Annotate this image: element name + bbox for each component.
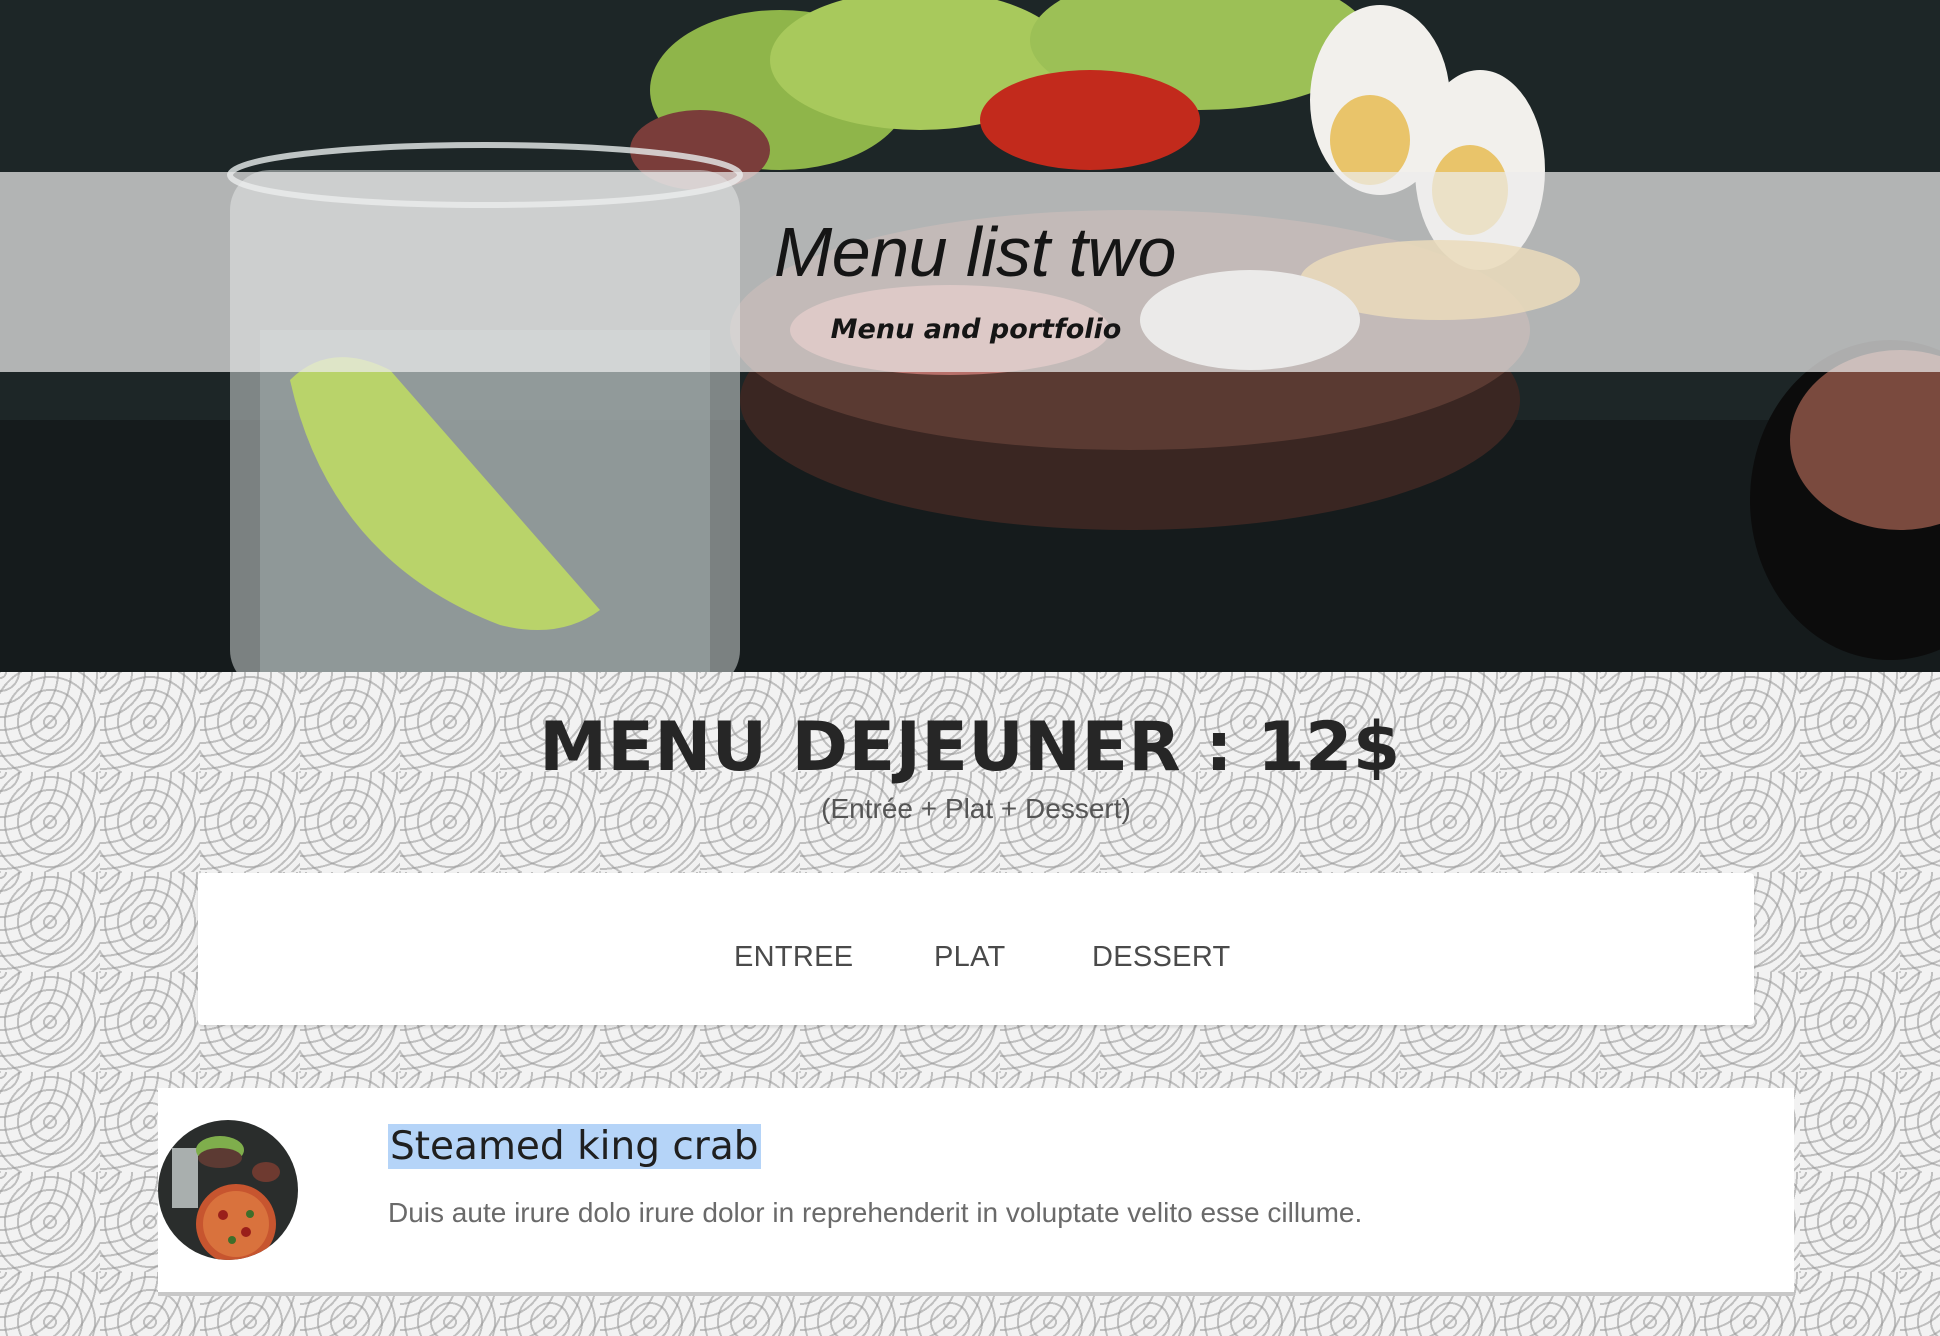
menu-item-description: Duis aute irure dolo irure dolor in repr… [388,1197,1363,1228]
tab-plat[interactable]: PLAT [934,941,1006,974]
tab-dessert[interactable]: DESSERT [1092,941,1231,974]
page-subtitle: Menu and portfolio [830,314,1122,345]
menu-item[interactable]: Steamed king crab Duis aute irure dolo i… [158,1088,1794,1296]
page-title: Menu list two [774,213,1176,291]
menu-subtitle: (Entrée + Plat + Dessert) [821,793,1131,824]
menu-item-thumbnail [158,1120,298,1260]
menu-item-name: Steamed king crab [388,1124,761,1169]
menu-title: MENU DEJEUNER : 12$ [539,708,1401,787]
menu-tabs: ENTREE PLAT DESSERT [198,873,1754,1025]
tab-entree[interactable]: ENTREE [734,941,853,974]
hero-banner: Menu list two Menu and portfolio [0,0,1940,672]
page: Menu list two Menu and portfolio MENU DE… [0,0,1940,1336]
